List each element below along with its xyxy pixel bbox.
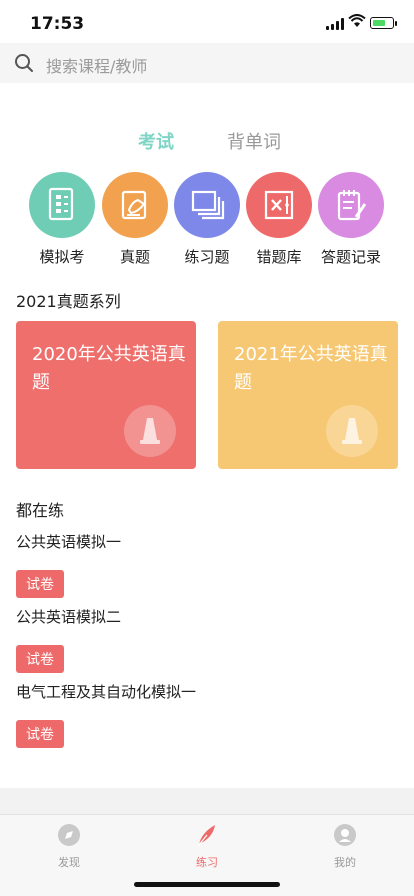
category-label: 答题记录 xyxy=(320,248,381,266)
category-answer-records[interactable]: 答题记录 xyxy=(316,172,386,267)
category-label: 模拟考 xyxy=(39,248,85,266)
tabbar-label: 我的 xyxy=(334,856,356,869)
practice-item[interactable]: 公共英语模拟一 试卷 xyxy=(16,531,121,598)
stacked-pages-icon xyxy=(174,172,240,238)
category-wrong-questions[interactable]: 错题库 xyxy=(244,172,314,267)
tabbar-item-practice[interactable]: 练习 xyxy=(177,823,237,870)
series-card-2020[interactable]: 2020年公共英语真题 xyxy=(16,321,196,469)
exam-sheet-icon xyxy=(29,172,95,238)
practice-item[interactable]: 公共英语模拟二 试卷 xyxy=(16,606,121,673)
search-icon xyxy=(15,54,33,72)
cellular-signal-icon xyxy=(326,18,346,30)
tab-vocabulary[interactable]: 背单词 xyxy=(227,128,281,154)
practice-item-tag[interactable]: 试卷 xyxy=(16,570,64,598)
tabbar-item-discover[interactable]: 发现 xyxy=(39,823,99,870)
category-practice[interactable]: 练习题 xyxy=(172,172,242,267)
search-input[interactable]: 搜索课程/教师 xyxy=(46,53,147,77)
category-label: 错题库 xyxy=(256,248,302,266)
compass-icon xyxy=(58,824,80,846)
series-card-2021[interactable]: 2021年公共英语真题 xyxy=(218,321,398,469)
series-card-title: 2020年公共英语真题 xyxy=(32,344,186,393)
category-label: 练习题 xyxy=(184,248,230,266)
bookmark-badge-icon xyxy=(124,405,176,457)
status-time: 17:53 xyxy=(30,14,85,34)
series-section-title: 2021真题系列 xyxy=(16,292,121,311)
practicing-section-title: 都在练 xyxy=(16,501,65,520)
wifi-icon xyxy=(348,14,366,27)
series-card-title: 2021年公共英语真题 xyxy=(234,344,388,393)
practice-item-name: 电气工程及其自动化模拟一 xyxy=(16,683,197,701)
practice-item-tag[interactable]: 试卷 xyxy=(16,720,64,748)
tabbar-label: 练习 xyxy=(196,856,218,869)
feather-icon xyxy=(197,825,215,847)
search-bar[interactable]: 搜索课程/教师 xyxy=(0,43,414,83)
practice-item[interactable]: 电气工程及其自动化模拟一 试卷 xyxy=(16,681,196,748)
practice-item-name: 公共英语模拟二 xyxy=(16,608,122,626)
notepad-pencil-icon xyxy=(318,172,384,238)
category-label: 真题 xyxy=(119,248,150,266)
tabbar-item-mine[interactable]: 我的 xyxy=(315,823,375,870)
tabbar-label: 发现 xyxy=(58,856,80,869)
practice-item-tag[interactable]: 试卷 xyxy=(16,645,64,673)
writing-hand-icon xyxy=(102,172,168,238)
home-indicator xyxy=(134,882,280,887)
battery-icon xyxy=(370,17,397,29)
category-mock-exam[interactable]: 模拟考 xyxy=(27,172,97,267)
content-footer-band xyxy=(0,788,414,814)
bookmark-badge-icon xyxy=(326,405,378,457)
practice-item-name: 公共英语模拟一 xyxy=(16,533,122,551)
wrong-box-icon xyxy=(246,172,312,238)
mode-tabs: 考试 背单词 xyxy=(0,128,414,158)
tab-exam[interactable]: 考试 xyxy=(138,128,174,154)
status-bar: 17:53 xyxy=(0,0,414,46)
user-icon xyxy=(334,824,356,846)
category-past-papers[interactable]: 真题 xyxy=(100,172,170,267)
